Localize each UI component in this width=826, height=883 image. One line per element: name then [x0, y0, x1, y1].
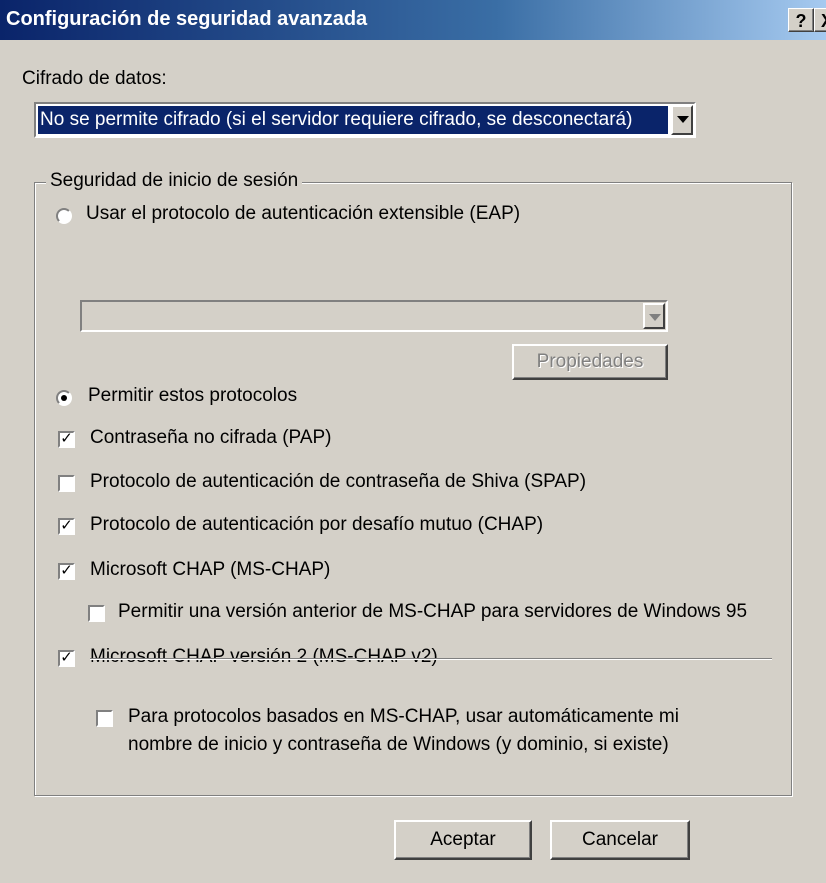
allow-protocols-radio[interactable]: [56, 390, 72, 406]
eap-radio-label[interactable]: Usar el protocolo de autenticación exten…: [86, 203, 520, 225]
checkmark-icon: ✓: [60, 649, 73, 666]
separator: [90, 658, 772, 660]
checkmark-icon: ✓: [60, 430, 73, 447]
chevron-down-icon: [677, 116, 689, 123]
title-bar: Configuración de seguridad avanzada ? X: [0, 0, 826, 40]
encryption-dropdown-button[interactable]: [671, 105, 693, 135]
eap-type-dropdown-button[interactable]: [643, 303, 665, 329]
chevron-down-icon: [649, 314, 661, 321]
ms-chap-checkbox[interactable]: ✓: [58, 563, 75, 580]
spap-label[interactable]: Protocolo de autenticación de contraseña…: [90, 471, 586, 493]
chap-label[interactable]: Protocolo de autenticación por desafío m…: [90, 514, 543, 536]
ms-chap-v2-checkbox[interactable]: ✓: [58, 650, 75, 667]
pap-label[interactable]: Contraseña no cifrada (PAP): [90, 427, 332, 449]
close-button[interactable]: X: [814, 8, 826, 32]
ms-chap-win95-label[interactable]: Permitir una versión anterior de MS-CHAP…: [118, 601, 747, 623]
cancel-button[interactable]: Cancelar: [550, 820, 690, 860]
chap-checkbox[interactable]: ✓: [58, 518, 75, 535]
encryption-select[interactable]: No se permite cifrado (si el servidor re…: [34, 102, 696, 138]
ms-chap-win95-checkbox[interactable]: [88, 605, 105, 622]
auto-logon-label-line1[interactable]: Para protocolos basados en MS-CHAP, usar…: [128, 706, 679, 728]
radio-selected-dot: [61, 395, 67, 401]
checkmark-icon: ✓: [60, 517, 73, 534]
ms-chap-v2-label[interactable]: Microsoft CHAP versión 2 (MS-CHAP v2): [90, 646, 438, 668]
eap-radio[interactable]: [56, 208, 72, 224]
window-title: Configuración de seguridad avanzada: [6, 8, 368, 30]
checkmark-icon: ✓: [60, 562, 73, 579]
properties-button[interactable]: Propiedades: [512, 344, 668, 380]
encryption-label: Cifrado de datos:: [22, 68, 167, 89]
ms-chap-label[interactable]: Microsoft CHAP (MS-CHAP): [90, 559, 330, 581]
help-button[interactable]: ?: [788, 8, 814, 32]
auto-logon-checkbox[interactable]: [96, 710, 113, 727]
logon-security-group-label: Seguridad de inicio de sesión: [46, 170, 303, 192]
auto-logon-label-line2[interactable]: nombre de inicio y contraseña de Windows…: [128, 734, 669, 756]
allow-protocols-radio-label[interactable]: Permitir estos protocolos: [88, 385, 297, 407]
encryption-selected-value: No se permite cifrado (si el servidor re…: [38, 106, 668, 134]
spap-checkbox[interactable]: [58, 475, 75, 492]
eap-type-select[interactable]: [80, 300, 668, 332]
pap-checkbox[interactable]: ✓: [58, 431, 75, 448]
ok-button[interactable]: Aceptar: [394, 820, 532, 860]
